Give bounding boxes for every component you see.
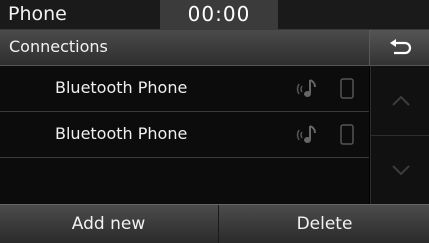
phone-connections-screen: Phone 00:00 Connections Bluetooth Phone: [0, 0, 429, 243]
phone-icon: [340, 124, 354, 145]
section-header: Connections: [0, 30, 429, 66]
scroll-down-button[interactable]: [371, 135, 429, 204]
device-name: Bluetooth Phone: [55, 124, 188, 143]
app-title: Phone: [8, 3, 67, 25]
scroll-panel: [370, 66, 429, 204]
audio-streaming-icon: [296, 79, 316, 97]
chevron-up-icon: [391, 95, 410, 106]
device-row[interactable]: Bluetooth Phone: [0, 66, 369, 112]
scroll-up-button[interactable]: [371, 66, 429, 136]
status-bar: Phone 00:00: [0, 0, 429, 30]
delete-button[interactable]: Delete: [218, 205, 429, 243]
add-new-button[interactable]: Add new: [0, 205, 217, 243]
audio-streaming-icon: [296, 125, 316, 143]
clock: 00:00: [160, 0, 278, 29]
action-bar: Add new Delete: [0, 204, 429, 243]
device-list: Bluetooth Phone Bluetooth Phone: [0, 66, 369, 204]
device-row[interactable]: Bluetooth Phone: [0, 112, 369, 158]
phone-icon: [340, 78, 354, 99]
back-button[interactable]: [369, 30, 429, 65]
back-arrow-icon: [389, 38, 411, 54]
chevron-down-icon: [391, 164, 410, 175]
section-title: Connections: [9, 37, 108, 56]
device-name: Bluetooth Phone: [55, 78, 188, 97]
